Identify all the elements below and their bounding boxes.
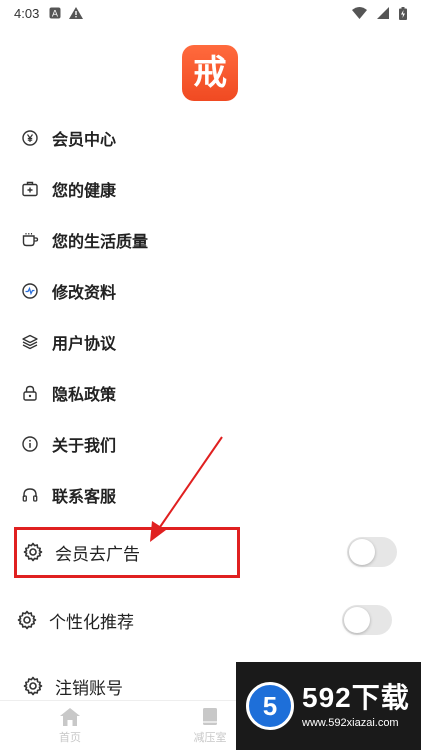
battery-icon xyxy=(399,6,407,20)
wifi-icon xyxy=(352,7,367,19)
menu-item-health[interactable]: 您的健康 xyxy=(0,163,421,214)
toggle-knob xyxy=(349,539,375,565)
layers-icon xyxy=(21,333,39,351)
nav-item-home[interactable]: 首页 xyxy=(0,701,140,750)
setting-label: 注销账号 xyxy=(55,678,123,698)
lock-icon xyxy=(21,384,39,402)
info-icon xyxy=(21,435,39,453)
setting-personalized-recommendations: 个性化推荐 xyxy=(0,595,421,645)
setting-remove-ads: 会员去广告 xyxy=(0,527,421,577)
menu-item-membership[interactable]: 会员中心 xyxy=(0,112,421,163)
status-right-icons xyxy=(352,6,407,20)
warning-icon xyxy=(69,7,84,19)
remove-ads-toggle[interactable] xyxy=(347,537,397,567)
menu-item-about-us[interactable]: 关于我们 xyxy=(0,418,421,469)
menu-item-privacy-policy[interactable]: 隐私政策 xyxy=(0,367,421,418)
toggle-knob xyxy=(344,607,370,633)
menu-item-edit-profile[interactable]: 修改资料 xyxy=(0,265,421,316)
headset-icon xyxy=(21,486,39,504)
menu-item-contact-support[interactable]: 联系客服 xyxy=(0,469,421,520)
medical-kit-icon xyxy=(21,180,39,198)
status-time: 4:03 xyxy=(14,5,40,21)
menu-item-label: 您的生活质量 xyxy=(52,233,149,251)
coffee-cup-icon xyxy=(21,231,39,249)
watermark-text: 592下载 www.592xiazai.com xyxy=(302,682,410,730)
edit-profile-icon xyxy=(21,282,39,300)
status-bar: 4:03 A xyxy=(0,0,421,26)
watermark-url: www.592xiazai.com xyxy=(302,717,399,729)
menu-item-user-agreement[interactable]: 用户协议 xyxy=(0,316,421,367)
book-icon xyxy=(203,707,217,725)
notification-a-icon: A xyxy=(49,7,61,19)
status-left-icons: A xyxy=(49,7,84,19)
watermark-badge: 5 xyxy=(246,682,294,730)
nav-item-label: 首页 xyxy=(59,731,81,744)
signal-icon xyxy=(377,7,389,19)
setting-label: 个性化推荐 xyxy=(49,612,134,632)
watermark-title: 592下载 xyxy=(302,682,410,713)
personalized-toggle[interactable] xyxy=(342,605,392,635)
menu-item-label: 隐私政策 xyxy=(52,386,117,404)
menu-item-quality-of-life[interactable]: 您的生活质量 xyxy=(0,214,421,265)
menu-item-label: 修改资料 xyxy=(52,284,117,302)
app-logo: 戒 xyxy=(182,45,238,101)
gear-icon xyxy=(17,610,37,630)
menu-item-label: 用户协议 xyxy=(52,335,117,353)
svg-text:A: A xyxy=(52,10,59,20)
yen-circle-icon xyxy=(21,129,39,147)
watermark: 5 592下载 www.592xiazai.com xyxy=(236,662,421,750)
watermark-badge-text: 5 xyxy=(262,690,278,721)
home-icon xyxy=(60,707,80,726)
menu-item-label: 您的健康 xyxy=(52,182,117,200)
menu-item-label: 联系客服 xyxy=(52,488,117,506)
gear-icon xyxy=(23,676,43,696)
nav-item-label: 减压室 xyxy=(193,731,227,744)
app-logo-text: 戒 xyxy=(193,53,227,93)
menu-item-label: 会员中心 xyxy=(52,131,117,149)
gear-icon xyxy=(23,542,43,562)
setting-label: 会员去广告 xyxy=(55,544,140,564)
profile-menu: 会员中心 您的健康 您的生活质量 修改资料 用户协议 隐私政策 关于我们 联系客… xyxy=(0,112,421,520)
menu-item-label: 关于我们 xyxy=(52,437,117,455)
